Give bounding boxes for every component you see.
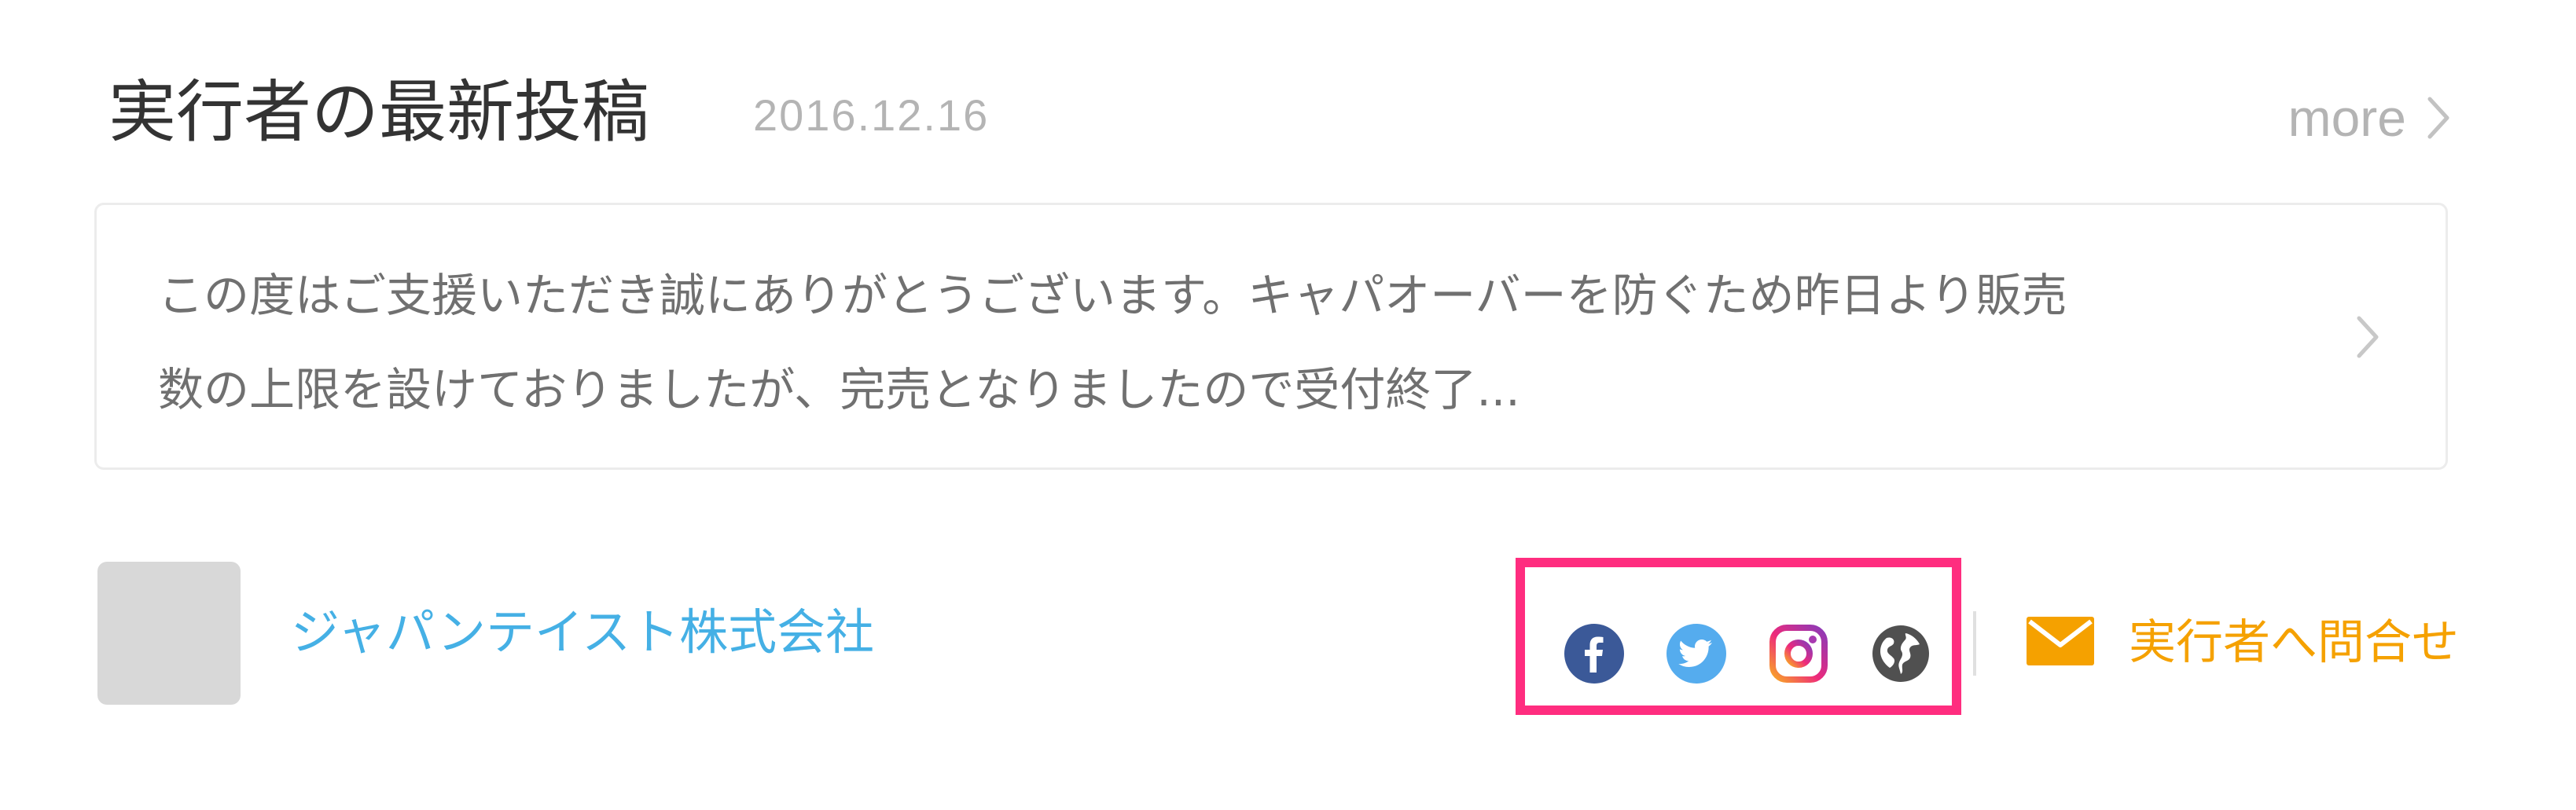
latest-post-card[interactable]: この度はご支援いただき誠にありがとうございます。キャパオーバーを防ぐため昨日より… — [94, 203, 2448, 470]
chevron-right-icon — [2427, 96, 2450, 140]
post-excerpt-line-2: 数の上限を設けておりましたが、完売となりましたので受付終了... — [158, 363, 1520, 416]
section-title: 実行者の最新投稿 — [108, 73, 649, 152]
post-excerpt: この度はご支援いただき誠にありがとうございます。キャパオーバーを防ぐため昨日より… — [158, 248, 2343, 437]
more-label: more — [2288, 89, 2406, 147]
owner-avatar[interactable] — [97, 562, 241, 705]
instagram-icon[interactable] — [1769, 624, 1828, 684]
website-globe-icon[interactable] — [1871, 624, 1931, 684]
contact-owner-label: 実行者へ問合せ — [2129, 615, 2459, 670]
chevron-right-icon — [2356, 315, 2379, 362]
post-date: 2016.12.16 — [753, 90, 990, 140]
owner-name-link[interactable]: ジャパンテイスト株式会社 — [291, 601, 874, 664]
envelope-icon — [2027, 617, 2094, 669]
more-link[interactable]: more — [2288, 86, 2450, 149]
post-excerpt-line-1: この度はご支援いただき誠にありがとうございます。キャパオーバーを防ぐため昨日より… — [158, 269, 2067, 322]
vertical-divider — [1973, 611, 1976, 676]
contact-owner-link[interactable]: 実行者へ問合せ — [2027, 613, 2459, 673]
twitter-icon[interactable] — [1666, 624, 1726, 684]
project-owner-row: ジャパンテイスト株式会社 実行者へ問合せ — [0, 550, 2576, 723]
facebook-icon[interactable] — [1564, 624, 1624, 684]
social-links-highlight — [1516, 558, 1961, 715]
